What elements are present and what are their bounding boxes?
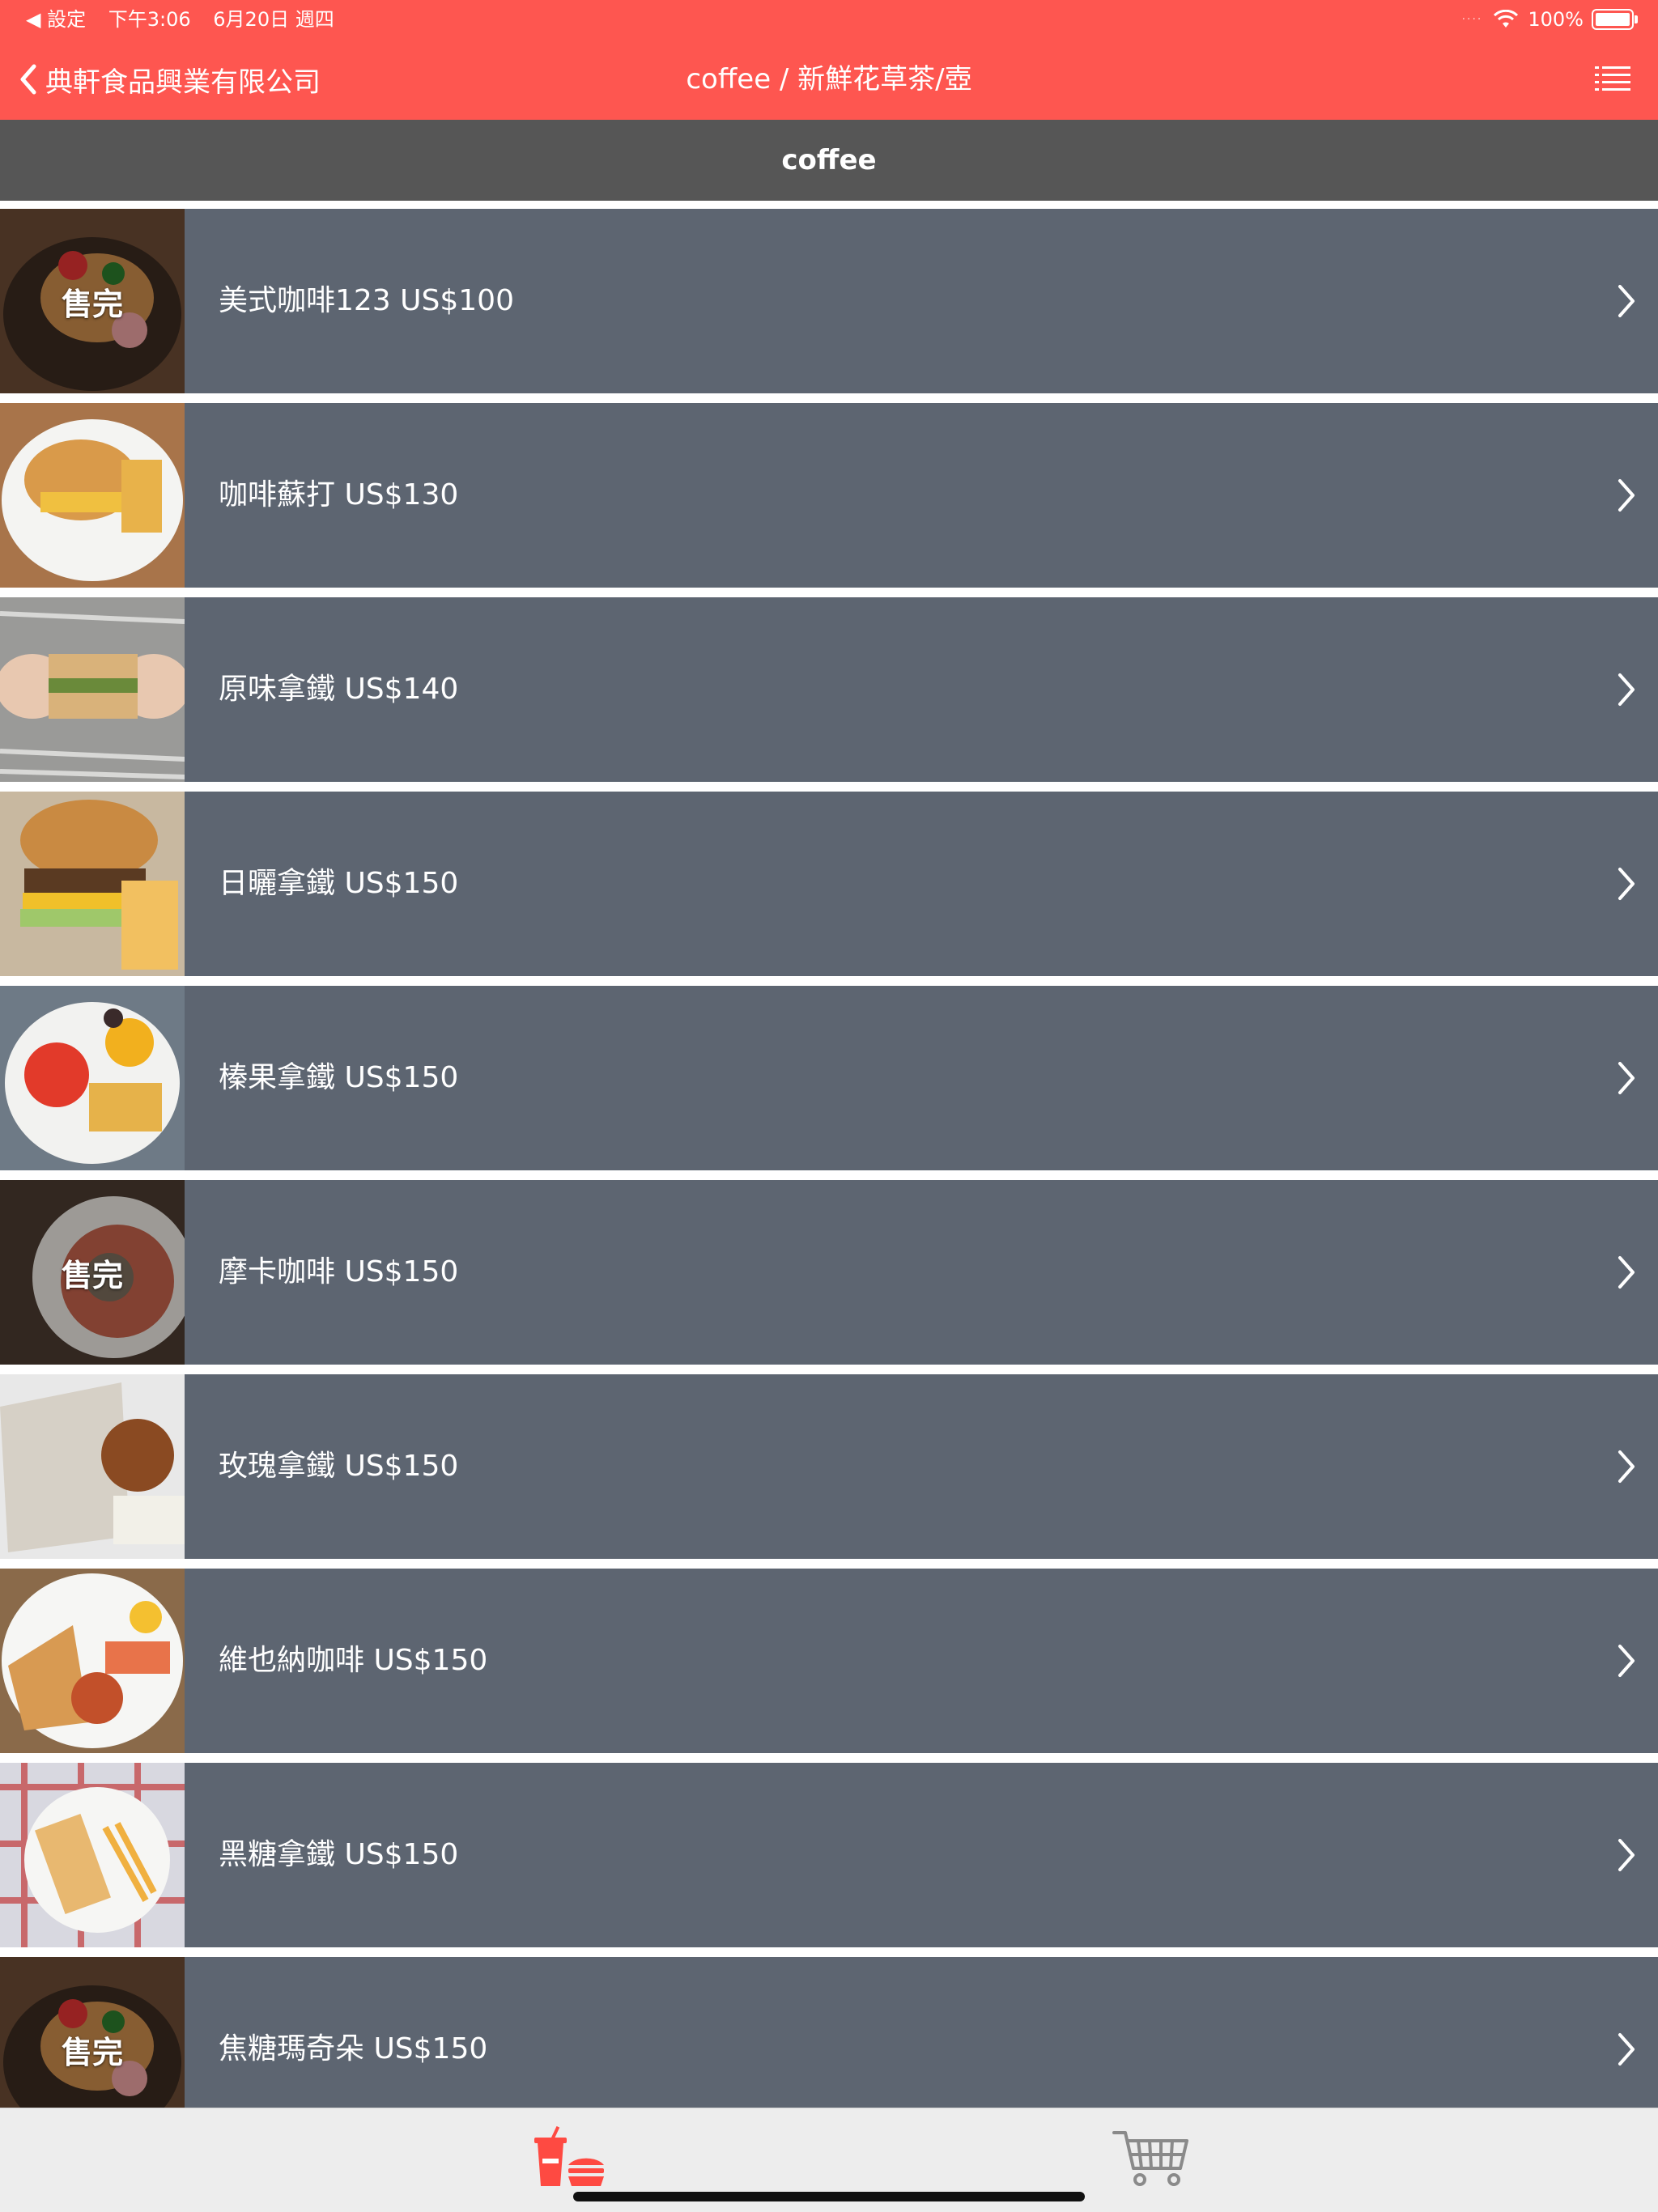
navigation-bar: 典軒食品興業有限公司 coffee / 新鮮花草茶/壺: [0, 39, 1658, 120]
product-image: [0, 986, 185, 1170]
product-label: 美式咖啡123 US$100: [219, 284, 514, 317]
chevron-right-icon: [1618, 285, 1635, 317]
list-item[interactable]: 原味拿鐵 US$140: [0, 597, 1658, 782]
chevron-right-icon: [1618, 1839, 1635, 1871]
wifi-icon: [1494, 10, 1519, 28]
chevron-right-icon: [1618, 1645, 1635, 1677]
list-item[interactable]: 咖啡蘇打 US$130: [0, 403, 1658, 588]
product-image: [0, 1374, 185, 1559]
battery-percent: 100%: [1528, 8, 1584, 31]
product-image: [0, 1569, 185, 1753]
product-label: 玫瑰拿鐵 US$150: [219, 1450, 459, 1483]
sold-out-badge: 售完: [0, 209, 185, 393]
back-to-app[interactable]: ◀ 設定: [26, 8, 86, 31]
product-image: [0, 403, 185, 588]
signal-indicator: ····: [1461, 13, 1483, 26]
status-date: 6月20日 週四: [213, 8, 334, 31]
list-item[interactable]: 售完 美式咖啡123 US$100: [0, 209, 1658, 393]
list-item[interactable]: 維也納咖啡 US$150: [0, 1569, 1658, 1753]
chevron-right-icon: [1618, 1450, 1635, 1483]
chevron-right-icon: [1618, 673, 1635, 706]
chevron-right-icon: [1618, 1256, 1635, 1289]
status-bar: ◀ 設定 下午3:06 6月20日 週四 ···· 100%: [0, 0, 1658, 39]
list-menu-icon[interactable]: [1595, 63, 1630, 96]
chevron-right-icon: [1618, 479, 1635, 512]
home-indicator: [573, 2192, 1085, 2201]
sold-out-badge: 售完: [0, 1957, 185, 2108]
list-item[interactable]: 黑糖拿鐵 US$150: [0, 1763, 1658, 1947]
chevron-right-icon: [1618, 1062, 1635, 1094]
section-header: coffee: [0, 120, 1658, 201]
product-label: 摩卡咖啡 US$150: [219, 1255, 459, 1289]
chevron-right-icon: [1618, 2033, 1635, 2066]
chevron-right-icon: [1618, 868, 1635, 900]
product-label: 原味拿鐵 US$140: [219, 673, 459, 706]
product-label: 榛果拿鐵 US$150: [219, 1061, 459, 1094]
product-image: [0, 597, 185, 782]
product-label: 維也納咖啡 US$150: [219, 1644, 488, 1677]
list-item[interactable]: 售完 摩卡咖啡 US$150: [0, 1180, 1658, 1365]
list-item[interactable]: 日曬拿鐵 US$150: [0, 792, 1658, 976]
food-drink-icon[interactable]: [526, 2126, 607, 2191]
back-button[interactable]: 典軒食品興業有限公司: [18, 39, 321, 120]
product-image: 售完: [0, 1180, 185, 1365]
top-bar: ◀ 設定 下午3:06 6月20日 週四 ···· 100% 典軒食品興業有限公…: [0, 0, 1658, 120]
chevron-left-icon: [20, 64, 36, 95]
product-list: 售完 美式咖啡123 US$100 咖啡蘇打 US$130 原味拿鐵 US$14…: [0, 209, 1658, 2117]
list-item[interactable]: 玫瑰拿鐵 US$150: [0, 1374, 1658, 1559]
list-item[interactable]: 售完 焦糖瑪奇朵 US$150: [0, 1957, 1658, 2108]
status-left: ◀ 設定 下午3:06 6月20日 週四: [26, 0, 351, 39]
battery-icon: [1592, 9, 1638, 30]
shopping-cart-icon[interactable]: [1111, 2126, 1192, 2191]
sold-out-badge: 售完: [0, 1180, 185, 1365]
product-label: 日曬拿鐵 US$150: [219, 867, 459, 900]
product-label: 黑糖拿鐵 US$150: [219, 1838, 459, 1871]
product-image: [0, 792, 185, 976]
product-image: 售完: [0, 1957, 185, 2108]
status-right: ···· 100%: [1461, 0, 1638, 39]
product-image: [0, 1763, 185, 1947]
product-image: 售完: [0, 209, 185, 393]
status-time: 下午3:06: [108, 8, 191, 31]
product-label: 咖啡蘇打 US$130: [219, 478, 459, 512]
back-label: 典軒食品興業有限公司: [45, 66, 321, 99]
list-item[interactable]: 榛果拿鐵 US$150: [0, 986, 1658, 1170]
